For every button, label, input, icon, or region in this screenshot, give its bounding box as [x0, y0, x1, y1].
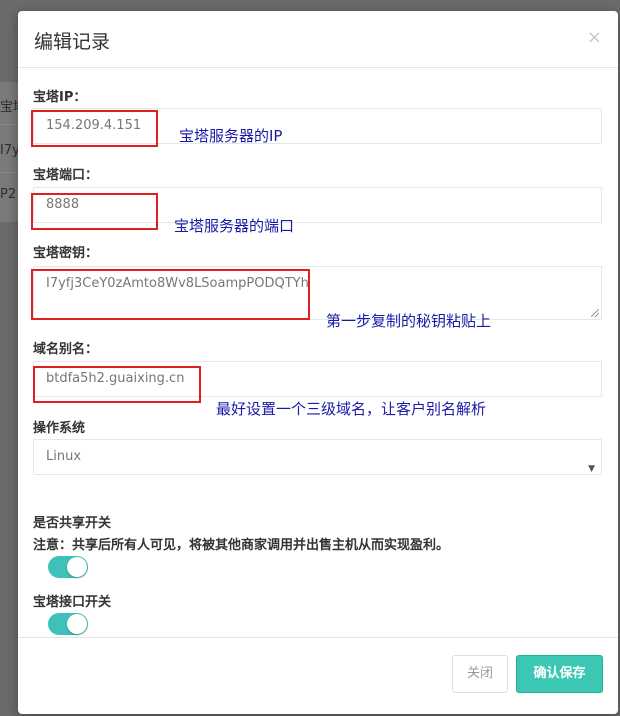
annotation-note-key: 第一步复制的秘钥粘贴上	[326, 312, 492, 330]
annotation-box-ip	[31, 110, 158, 147]
os-selected-value: Linux	[46, 449, 82, 464]
share-toggle[interactable]	[48, 556, 88, 578]
annotation-note-port: 宝塔服务器的端口	[174, 217, 295, 235]
toggle-knob	[67, 614, 87, 634]
edit-record-modal: 编辑记录 × 宝塔IP： 154.209.4.151 宝塔服务器的IP 宝塔端口…	[18, 11, 618, 714]
annotation-note-alias: 最好设置一个三级域名，让客户别名解析	[216, 400, 487, 418]
ip-label: 宝塔IP：	[33, 90, 87, 105]
annotation-box-alias	[33, 366, 201, 403]
annotation-note-ip: 宝塔服务器的IP	[179, 127, 283, 145]
annotation-box-key	[31, 269, 310, 320]
share-toggle-label: 是否共享开关	[33, 516, 112, 531]
modal-title: 编辑记录	[34, 31, 111, 53]
share-warning-text: 注意：共享后所有人可见，将被其他商家调用并出售主机从而实现盈利。	[33, 538, 450, 553]
modal-footer: 关闭 确认保存	[18, 637, 618, 715]
api-toggle[interactable]	[48, 613, 88, 635]
save-button[interactable]: 确认保存	[516, 655, 603, 693]
os-select[interactable]: Linux ▼	[33, 439, 602, 475]
toggle-knob	[67, 557, 87, 577]
key-label: 宝塔密钥：	[33, 246, 99, 261]
close-icon[interactable]: ×	[587, 27, 602, 48]
alias-label: 域名别名：	[33, 342, 99, 357]
chevron-down-icon: ▼	[588, 464, 595, 474]
annotation-box-port	[31, 193, 158, 230]
close-button[interactable]: 关闭	[452, 655, 508, 693]
os-label: 操作系统	[33, 421, 86, 436]
port-label: 宝塔端口：	[33, 168, 99, 183]
background-table-cell: P2	[0, 187, 17, 202]
resize-grip-icon[interactable]	[591, 309, 599, 317]
api-toggle-label: 宝塔接口开关	[33, 595, 112, 610]
modal-header: 编辑记录 ×	[18, 11, 618, 68]
